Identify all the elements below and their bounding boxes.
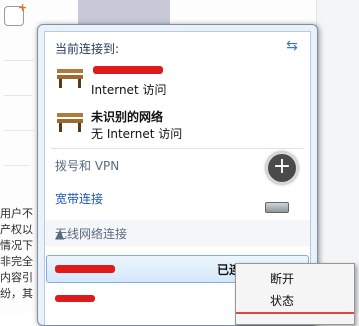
text-line [4, 165, 30, 166]
menu-separator [236, 312, 354, 314]
dialup-vpn-label: 拨号和 VPN [55, 159, 120, 173]
bench-network-icon [57, 69, 83, 88]
connection-status: 无 Internet 访问 [91, 127, 183, 141]
add-plus-icon[interactable]: + [266, 152, 298, 184]
broadband-connection-link[interactable]: 宽带连接 [55, 190, 103, 207]
connection-status: Internet 访问 [91, 83, 167, 97]
bench-network-icon [57, 113, 83, 132]
connection-item[interactable]: 未识别的网络 无 Internet 访问 [53, 106, 303, 142]
text-line [4, 130, 34, 131]
connection-item[interactable]: Internet 访问 [53, 62, 303, 98]
background-text: 用户不 [0, 207, 33, 220]
menu-item-disconnect[interactable]: 断开 [270, 270, 294, 287]
redacted-network-name [55, 265, 115, 273]
modem-icon [265, 202, 289, 213]
refresh-icon[interactable]: ⇆ [284, 38, 300, 54]
background-text: 非完全 [0, 255, 33, 268]
background-text: 纷，其 [0, 287, 33, 300]
context-menu: 断开 状态 [235, 263, 355, 325]
divider [51, 148, 304, 149]
chevron-up-icon[interactable]: ▲ [55, 227, 296, 241]
background-text: 情况下 [0, 239, 33, 252]
background-text: 产权以 [0, 223, 33, 236]
menu-item-status[interactable]: 状态 [270, 292, 294, 309]
redacted-network-name [93, 66, 163, 74]
current-connection-header: 当前连接到: [55, 42, 120, 56]
connection-name: 未识别的网络 [91, 110, 164, 124]
text-line [4, 60, 34, 61]
add-widget-icon[interactable]: + [4, 2, 27, 26]
redacted-network-name [55, 295, 95, 302]
text-line [4, 95, 32, 96]
wireless-header[interactable]: 无线网络连接 ▲ [45, 220, 310, 246]
background-text: 内容引 [0, 271, 33, 284]
background-image [78, 0, 170, 24]
